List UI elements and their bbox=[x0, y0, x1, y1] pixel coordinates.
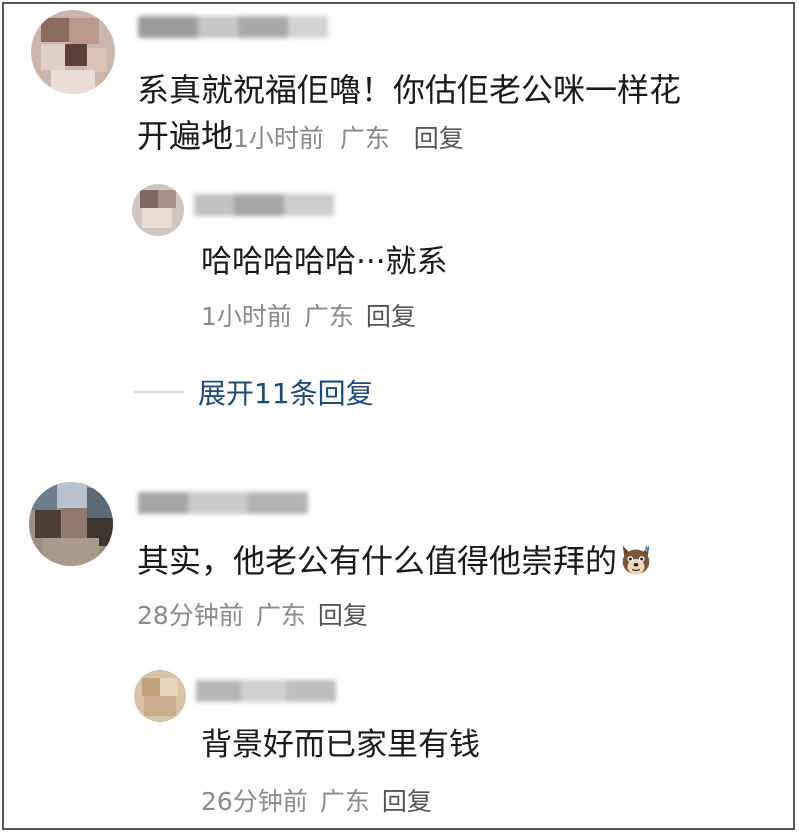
expand-replies-label[interactable]: 展开11条回复 bbox=[198, 372, 374, 412]
reply-button[interactable]: 回复 bbox=[414, 124, 464, 153]
comment-text: 其实，他老公有什么值得他崇拜的 bbox=[137, 537, 655, 585]
comment-location: 广东 bbox=[255, 601, 306, 630]
reply-time: 26分钟前 bbox=[201, 787, 308, 816]
username-blurred[interactable] bbox=[138, 16, 348, 38]
reply-meta: 26分钟前 广东 回复 bbox=[201, 782, 444, 818]
reply-button[interactable]: 回复 bbox=[318, 601, 368, 630]
comment-meta: 28分钟前 广东 回复 bbox=[137, 596, 380, 632]
reply-text: 哈哈哈哈哈···就系 bbox=[201, 244, 448, 280]
reply-location: 广东 bbox=[319, 787, 370, 816]
reply-button[interactable]: 回复 bbox=[382, 787, 432, 816]
reply-location: 广东 bbox=[303, 302, 354, 331]
dog-sweat-emoji bbox=[622, 544, 650, 575]
avatar[interactable] bbox=[31, 10, 115, 94]
comment-text-line2: 开遍地1小时前 广东 回复 bbox=[137, 117, 464, 155]
reply-text: 背景好而已家里有钱 bbox=[201, 727, 480, 763]
comment-list: 系真就祝福佢嚕！你估佢老公咪一样花 开遍地1小时前 广东 回复 哈哈哈哈哈···… bbox=[2, 2, 795, 830]
avatar[interactable] bbox=[29, 482, 113, 566]
comment-text: 系真就祝福佢嚕！你估佢老公咪一样花 bbox=[137, 71, 682, 109]
reply-button[interactable]: 回复 bbox=[366, 302, 416, 331]
expand-replies[interactable]: 展开11条回复 bbox=[134, 372, 374, 412]
comment-time: 1小时前 bbox=[233, 124, 324, 153]
reply-time: 1小时前 bbox=[201, 302, 292, 331]
reply-avatar[interactable] bbox=[132, 184, 184, 236]
reply-meta: 1小时前 广东 回复 bbox=[201, 297, 428, 333]
divider bbox=[134, 391, 184, 393]
reply-username-blurred[interactable] bbox=[194, 194, 334, 216]
username-blurred[interactable] bbox=[138, 492, 308, 514]
reply-username-blurred[interactable] bbox=[196, 680, 336, 702]
reply-avatar[interactable] bbox=[134, 670, 186, 722]
comment-location: 广东 bbox=[339, 124, 390, 153]
comment-time: 28分钟前 bbox=[137, 601, 244, 630]
